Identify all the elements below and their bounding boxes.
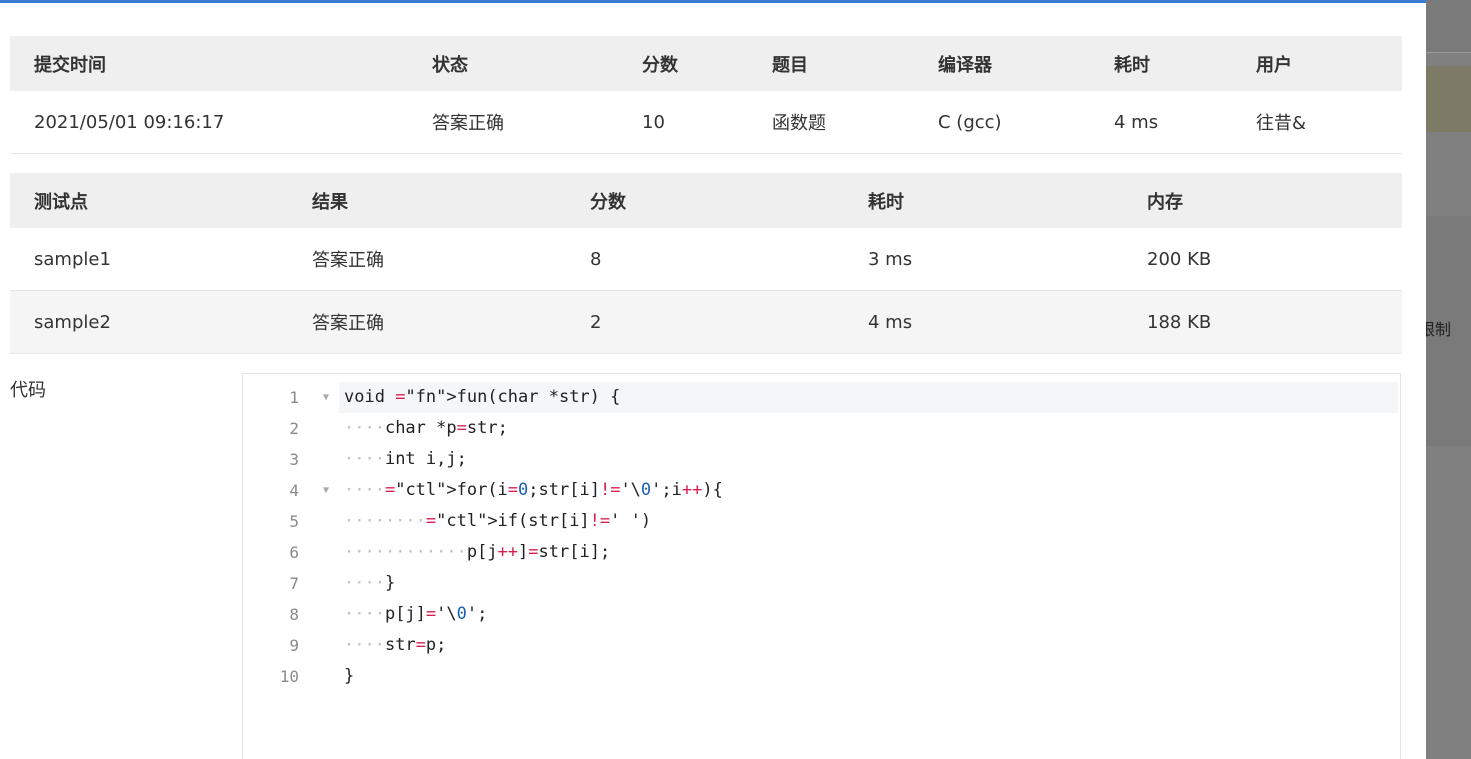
test-memory: 188 KB: [1123, 290, 1402, 354]
code-line[interactable]: 4 ▼ ····="ctl">for(i=0;str[i]!='\0';i++){: [243, 475, 1400, 506]
test-time: 4 ms: [844, 290, 1123, 354]
code-text: ····char *p=str;: [344, 418, 508, 438]
line-number: 8: [289, 605, 299, 624]
table-row: sample1 答案正确 8 3 ms 200 KB: [10, 228, 1402, 291]
compiler: C (gcc): [914, 91, 1090, 154]
test-memory: 200 KB: [1123, 228, 1402, 291]
code-text: }: [344, 666, 355, 686]
col-header-result: 结果: [288, 173, 566, 228]
summary-header-row: 提交时间 状态 分数 题目 编译器 耗时 用户: [10, 36, 1402, 91]
col-header-score: 分数: [618, 36, 748, 91]
score: 10: [618, 91, 748, 154]
elapsed-time: 4 ms: [1090, 91, 1232, 154]
code-text: ····p[j]='\0';: [344, 604, 488, 624]
test-time: 3 ms: [844, 228, 1123, 291]
col-header-status: 状态: [408, 36, 618, 91]
line-number: 2: [289, 419, 299, 438]
code-text: ····int i,j;: [344, 449, 467, 469]
test-name: sample2: [10, 290, 288, 354]
modal-backdrop[interactable]: 限制: [1419, 0, 1471, 759]
code-text: ····="ctl">for(i=0;str[i]!='\0';i++){: [344, 480, 723, 500]
code-line[interactable]: 6 ············p[j++]=str[i];: [243, 537, 1400, 568]
tests-header-row: 测试点 结果 分数 耗时 内存: [10, 173, 1402, 228]
col-header-memory: 内存: [1123, 173, 1402, 228]
code-line[interactable]: 7 ····}: [243, 568, 1400, 599]
code-text: ····str=p;: [344, 635, 447, 655]
status-badge: 答案正确: [408, 91, 618, 154]
line-number: 7: [289, 574, 299, 593]
test-result: 答案正确: [288, 228, 566, 291]
code-text: ····}: [344, 573, 396, 593]
fold-toggle-icon[interactable]: ▼: [323, 382, 329, 413]
table-row: 2021/05/01 09:16:17 答案正确 10 函数题 C (gcc) …: [10, 91, 1402, 154]
backdrop-banner: [1426, 66, 1471, 132]
code-line[interactable]: 8 ····p[j]='\0';: [243, 599, 1400, 630]
col-header-user: 用户: [1232, 36, 1402, 91]
line-number: 4: [289, 481, 299, 500]
code-label: 代码: [10, 380, 46, 401]
fold-toggle-icon[interactable]: ▼: [323, 475, 329, 506]
test-case-table: 测试点 结果 分数 耗时 内存 sample1 答案正确 8 3 ms 200 …: [10, 173, 1402, 354]
code-line[interactable]: 9 ····str=p;: [243, 630, 1400, 661]
line-number: 6: [289, 543, 299, 562]
submission-summary-table: 提交时间 状态 分数 题目 编译器 耗时 用户 2021/05/01 09:16…: [10, 36, 1402, 154]
backdrop-header: [1426, 0, 1471, 53]
col-header-elapsed: 耗时: [1090, 36, 1232, 91]
submission-detail-modal: 提交时间 状态 分数 题目 编译器 耗时 用户 2021/05/01 09:16…: [0, 0, 1426, 759]
test-score: 8: [566, 228, 844, 291]
test-score: 2: [566, 290, 844, 354]
line-number: 5: [289, 512, 299, 531]
code-line[interactable]: 1 ▼ void ="fn">fun(char *str) {: [243, 382, 1400, 413]
test-name: sample1: [10, 228, 288, 291]
col-header-problem: 题目: [748, 36, 914, 91]
submit-time: 2021/05/01 09:16:17: [10, 91, 408, 154]
code-editor[interactable]: 1 ▼ void ="fn">fun(char *str) { 2 ····char *…: [242, 373, 1401, 759]
code-text: void ="fn">fun(char *str) {: [339, 382, 1398, 413]
col-header-test-point: 测试点: [10, 173, 288, 228]
line-number: 10: [279, 667, 299, 686]
line-number: 1: [289, 388, 299, 407]
code-line[interactable]: 2 ····char *p=str;: [243, 413, 1400, 444]
code-text: ········="ctl">if(str[i]!=' '): [344, 511, 652, 531]
line-number: 9: [289, 636, 299, 655]
code-line[interactable]: 10}: [243, 661, 1400, 692]
user-link[interactable]: 往昔&: [1232, 91, 1402, 154]
code-line[interactable]: 5 ········="ctl">if(str[i]!=' '): [243, 506, 1400, 537]
code-text: ············p[j++]=str[i];: [344, 542, 611, 562]
code-line[interactable]: 3 ····int i,j;: [243, 444, 1400, 475]
problem-link[interactable]: 函数题: [748, 91, 914, 154]
line-number: 3: [289, 450, 299, 469]
col-header-score: 分数: [566, 173, 844, 228]
test-result: 答案正确: [288, 290, 566, 354]
table-row: sample2 答案正确 2 4 ms 188 KB: [10, 290, 1402, 354]
col-header-compiler: 编译器: [914, 36, 1090, 91]
col-header-time: 耗时: [844, 173, 1123, 228]
col-header-submit-time: 提交时间: [10, 36, 408, 91]
